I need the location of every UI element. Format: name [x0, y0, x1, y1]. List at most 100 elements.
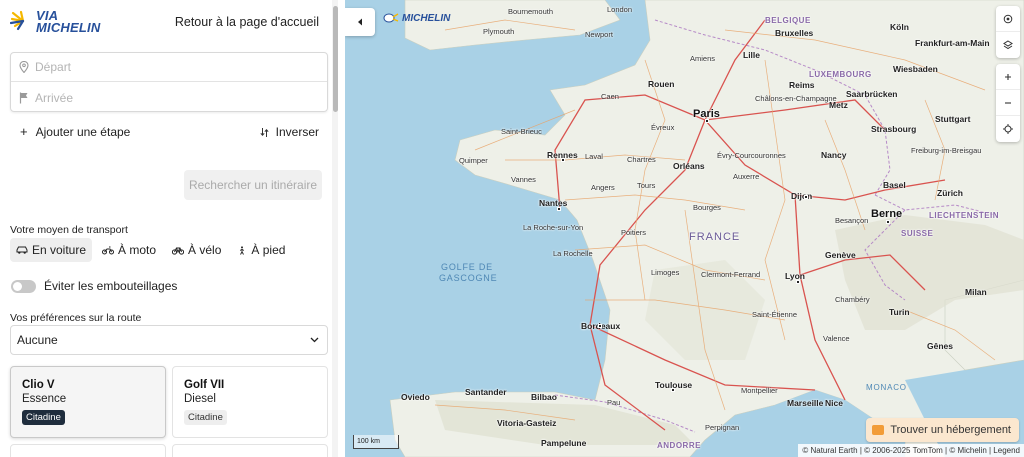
back-home-link[interactable]: Retour à la page d'accueil — [175, 15, 319, 29]
vehicle-card-clio[interactable]: Clio V Essence Citadine — [10, 366, 166, 438]
city-marker — [671, 388, 675, 392]
map-label: Vitoria-Gasteiz — [497, 418, 557, 428]
sea-label-line: GASCOGNE — [439, 273, 498, 283]
location-pin-icon — [19, 61, 29, 73]
map-label: Lille — [743, 50, 761, 60]
swap-arrows-icon — [260, 127, 269, 137]
vehicle-fuel: Essence — [22, 393, 67, 405]
route-preferences-select[interactable]: Aucune — [10, 325, 328, 355]
map-label: Santander — [465, 387, 507, 397]
plus-icon: + — [20, 124, 28, 139]
location-button[interactable] — [996, 6, 1020, 32]
map-attribution[interactable]: © Natural Earth | © 2006-2025 TomTom | ©… — [798, 444, 1024, 457]
map-label: LUXEMBOURG — [809, 70, 872, 79]
map-label: Metz — [829, 100, 848, 110]
bed-icon — [872, 425, 885, 435]
map-label: Dijon — [791, 191, 813, 201]
minus-icon — [1005, 101, 1011, 104]
via-michelin-logo[interactable]: VIA MICHELIN — [10, 8, 114, 36]
mode-car[interactable]: En voiture — [10, 238, 93, 262]
map-label: London — [607, 5, 633, 14]
map-label: La Rochelle — [553, 249, 593, 258]
arrival-input[interactable] — [35, 90, 295, 105]
find-lodging-label: Trouver un hébergement — [890, 424, 1011, 436]
map-label: Évreux — [651, 123, 675, 132]
transport-modes: En voiture À moto À vélo À pied — [10, 238, 291, 262]
chevron-down-icon — [310, 337, 319, 343]
map-label: SUISSE — [901, 229, 934, 238]
mode-pedestrian[interactable]: À pied — [231, 238, 291, 262]
map-label: La Roche-sur-Yon — [523, 223, 584, 232]
recenter-button[interactable] — [996, 116, 1020, 142]
caret-left-icon — [358, 18, 362, 26]
map-label: Zürich — [937, 188, 963, 198]
map-label: Bilbao — [531, 392, 557, 402]
map-label: Marseille — [787, 398, 824, 408]
mode-motorbike[interactable]: À moto — [96, 238, 162, 262]
map-label: Plymouth — [483, 27, 515, 36]
map-label: Reims — [789, 80, 815, 90]
arrival-row — [11, 83, 327, 112]
map-label: Tours — [637, 181, 656, 190]
avoid-traffic-toggle[interactable] — [11, 279, 36, 293]
zoom-in-button[interactable] — [996, 64, 1020, 90]
add-step-button[interactable]: + Ajouter une étape — [20, 125, 130, 139]
transport-label: Votre moyen de transport — [10, 224, 128, 236]
map-label: Bourges — [693, 203, 721, 212]
map-label: Saint-Étienne — [752, 310, 798, 319]
map-label: Wiesbaden — [893, 64, 938, 74]
collapse-panel-button[interactable] — [345, 8, 375, 36]
map-label: Köln — [890, 22, 909, 32]
vehicle-card-golf[interactable]: Golf VII Diesel Citadine — [172, 366, 328, 438]
map-label: Perpignan — [705, 423, 740, 432]
map-label: LIECHTENSTEIN — [929, 211, 1000, 220]
map-label: Nice — [825, 398, 843, 408]
map-label: Gênes — [927, 341, 953, 351]
map-label: Clermont-Ferrand — [701, 270, 761, 279]
map-label: Pampelune — [541, 438, 587, 448]
map-label: Oviedo — [401, 392, 430, 402]
invert-button[interactable]: Inverser — [260, 125, 319, 139]
panel-scrollbar[interactable] — [333, 6, 338, 112]
crosshair-icon — [1003, 124, 1013, 134]
vehicle-category-badge: Citadine — [184, 410, 227, 425]
map-label: Saint-Brieuc — [501, 127, 542, 136]
map-view[interactable]: MICHELIN Bournemouth London Plymouth New… — [345, 0, 1024, 457]
map-label: Genève — [825, 250, 856, 260]
car-icon — [16, 246, 28, 254]
layers-button[interactable] — [996, 32, 1020, 58]
motorbike-icon — [102, 246, 115, 255]
map-label: Valence — [823, 334, 850, 343]
map-label: Amiens — [690, 54, 716, 63]
mode-bicycle-label: À vélo — [188, 243, 222, 257]
vehicle-card-peek — [10, 444, 166, 457]
flag-icon — [19, 92, 28, 103]
zoom-out-button[interactable] — [996, 90, 1020, 116]
city-marker — [886, 220, 890, 224]
map-label: BELGIQUE — [765, 16, 811, 25]
map-label: Bournemouth — [508, 7, 554, 16]
map-zoom-controls — [996, 64, 1020, 142]
map-label: Basel — [883, 180, 906, 190]
map-label: Limoges — [651, 268, 680, 277]
map-label: Châlons-en-Champagne — [755, 94, 837, 103]
map-label: Freiburg-im-Breisgau — [911, 146, 982, 155]
mode-pedestrian-label: À pied — [251, 243, 286, 257]
map-label: Caen — [601, 92, 619, 101]
vehicle-category-badge: Citadine — [22, 410, 65, 425]
map-label: Chartres — [627, 155, 656, 164]
map-label: Saarbrücken — [846, 89, 898, 99]
mode-bicycle[interactable]: À vélo — [166, 238, 227, 262]
map-label: Stuttgart — [935, 114, 971, 124]
target-icon — [1003, 14, 1013, 23]
logo-text-michelin: MICHELIN — [36, 20, 101, 35]
map-label: Frankfurt-am-Main — [915, 38, 990, 48]
plus-icon — [1005, 73, 1011, 80]
find-lodging-button[interactable]: Trouver un hébergement — [866, 418, 1019, 442]
map-label: Nantes — [539, 198, 568, 208]
search-route-button[interactable]: Rechercher un itinéraire — [184, 170, 322, 200]
map-label: MONACO — [866, 383, 907, 392]
map-label: Chambéry — [835, 295, 870, 304]
departure-input[interactable] — [35, 60, 295, 74]
map-label: Vannes — [511, 175, 536, 184]
